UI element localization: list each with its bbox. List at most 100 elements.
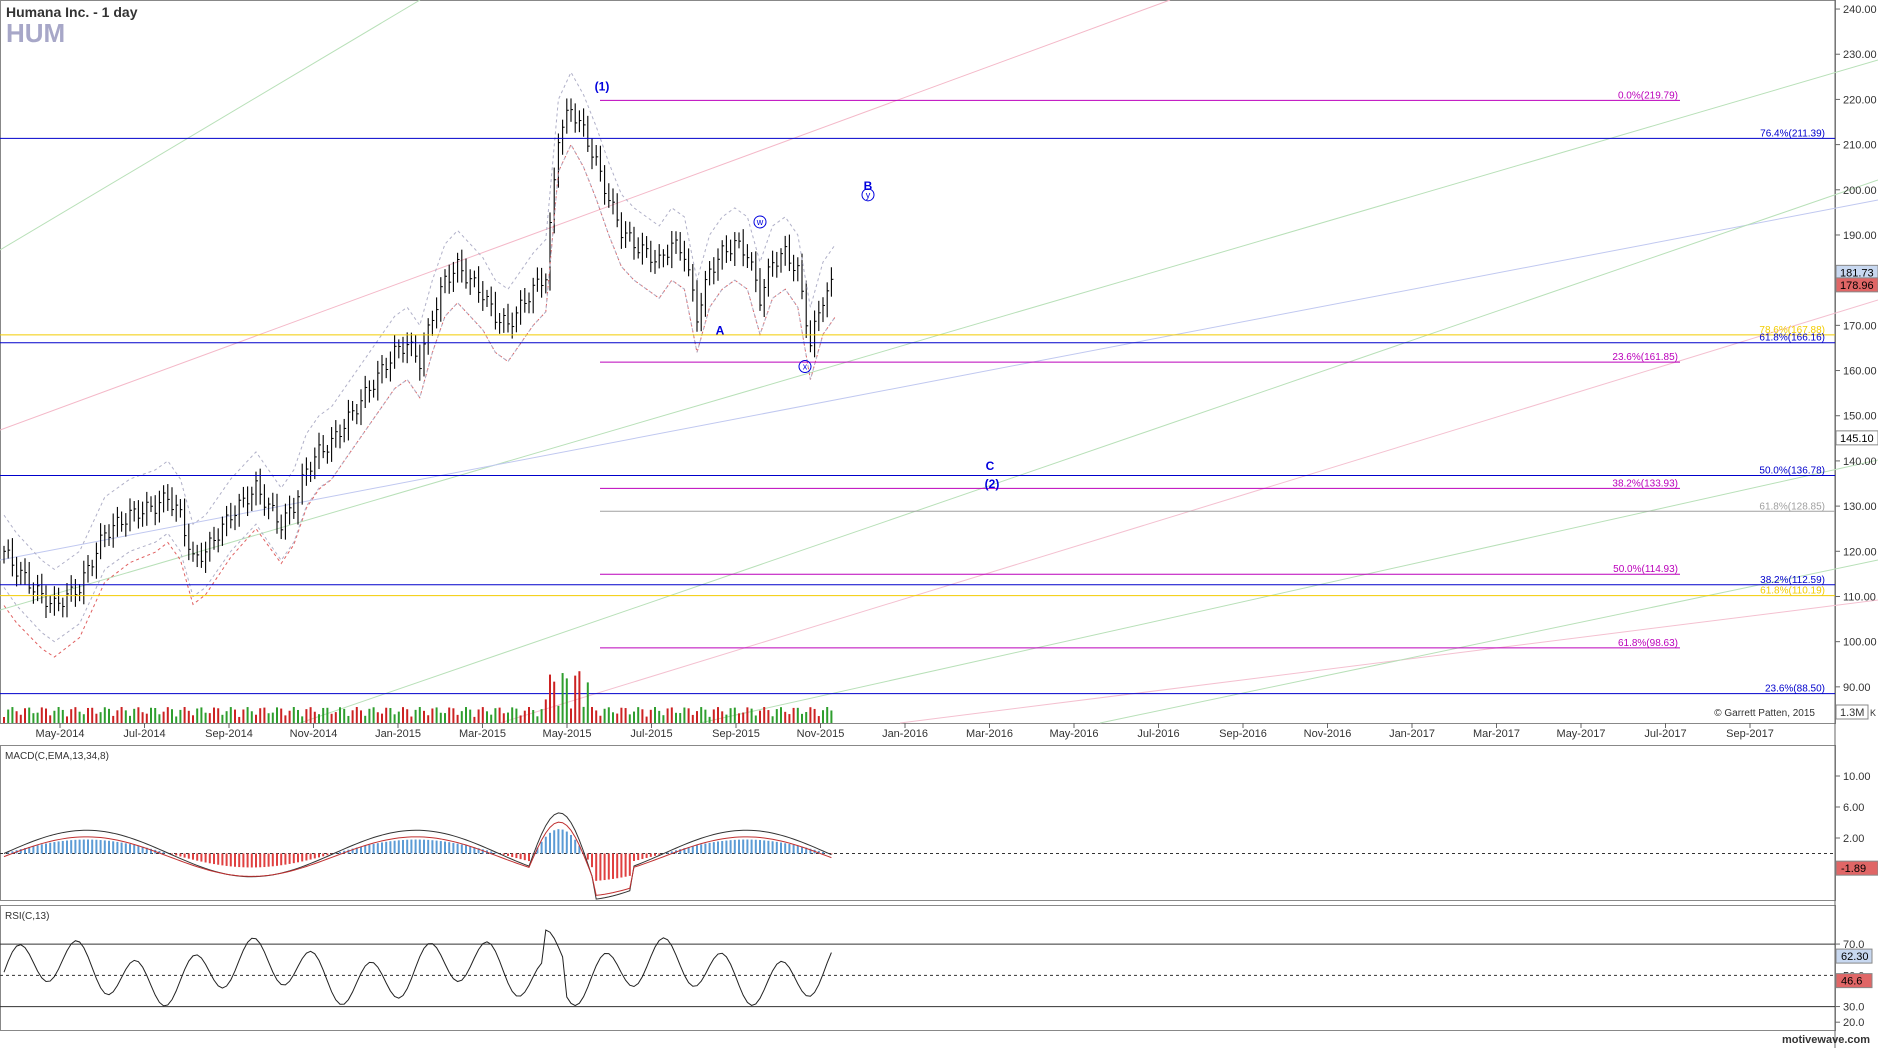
wave-label: (1): [595, 79, 610, 93]
macd-hist-bar: [734, 840, 736, 854]
price-tag-label: 178.96: [1840, 280, 1874, 292]
volume-bar: [503, 713, 505, 723]
macd-hist-bar: [280, 854, 282, 866]
date-axis-label: Jan-2016: [882, 728, 928, 740]
volume-bar: [230, 707, 232, 723]
date-axis-label: Sep-2014: [205, 728, 253, 740]
macd-hist-bar: [112, 841, 114, 853]
volume-bar: [604, 709, 606, 723]
volume-bar: [11, 707, 13, 723]
date-axis-label: Nov-2016: [1304, 728, 1352, 740]
macd-hist-bar: [700, 844, 702, 853]
volume-bar: [532, 710, 534, 723]
macd-hist-bar: [822, 852, 824, 854]
fib-level-label: 50.0%(136.78): [1759, 465, 1825, 476]
volume-bar: [62, 710, 64, 723]
macd-hist-bar: [797, 846, 799, 854]
macd-hist-bar: [310, 854, 312, 860]
volume-bar: [339, 707, 341, 723]
volume-bar: [515, 709, 517, 723]
volume-bar: [284, 715, 286, 723]
price-axis-label: 90.00: [1843, 682, 1871, 694]
trend-channel-line: [0, 200, 1878, 560]
volume-bar: [7, 710, 9, 723]
date-axis-label: May-2014: [36, 728, 85, 740]
volume-bar: [629, 714, 631, 723]
rsi-value-label: 46.6: [1841, 976, 1862, 988]
volume-bar: [738, 713, 740, 723]
volume-bar: [343, 709, 345, 723]
macd-panel-frame: [1, 746, 1836, 901]
macd-hist-bar: [179, 854, 181, 857]
volume-bar: [822, 710, 824, 723]
volume-bar: [179, 710, 181, 723]
volume-bar: [767, 710, 769, 723]
volume-bar: [301, 716, 303, 723]
macd-hist-bar: [461, 844, 463, 853]
wave-label: A: [716, 323, 725, 337]
volume-bar: [74, 707, 76, 723]
volume-bar: [717, 707, 719, 723]
macd-hist-bar: [87, 840, 89, 854]
macd-hist-bar: [137, 846, 139, 854]
volume-bar: [541, 709, 543, 723]
volume-bar: [108, 709, 110, 723]
price-axis-label: 100.00: [1843, 637, 1877, 649]
macd-hist-bar: [104, 840, 106, 853]
macd-hist-bar: [7, 852, 9, 853]
macd-hist-bar: [79, 840, 81, 854]
volume-bar: [566, 678, 568, 723]
volume-bar: [545, 699, 547, 723]
macd-hist-bar: [767, 841, 769, 854]
volume-bar: [221, 715, 223, 723]
volume-bar: [431, 708, 433, 723]
macd-hist-bar: [541, 842, 543, 854]
macd-hist-bar: [100, 840, 102, 853]
volume-bar: [688, 708, 690, 723]
volume-bar: [793, 708, 795, 723]
volume-bar: [322, 708, 324, 723]
macd-hist-bar: [612, 854, 614, 879]
macd-hist-bar: [415, 840, 417, 854]
macd-hist-bar: [247, 854, 249, 868]
macd-hist-bar: [200, 854, 202, 862]
volume-bar: [478, 709, 480, 723]
macd-hist-bar: [175, 854, 177, 856]
macd-hist-bar: [704, 844, 706, 854]
volume-bar: [675, 713, 677, 723]
macd-hist-bar: [776, 842, 778, 854]
volume-bar: [163, 712, 165, 723]
volume-bar: [788, 714, 790, 723]
copyright-note: © Garrett Patten, 2015: [1714, 708, 1815, 719]
volume-bar: [352, 710, 354, 723]
volume-bar: [620, 708, 622, 723]
macd-hist-bar: [788, 844, 790, 853]
trend-channel-line: [900, 600, 1878, 723]
macd-hist-bar: [595, 854, 597, 881]
macd-hist-bar: [452, 843, 454, 854]
volume-bar: [709, 717, 711, 723]
macd-hist-bar: [520, 854, 522, 860]
macd-hist-bar: [53, 842, 55, 853]
price-axis-label: 150.00: [1843, 411, 1877, 423]
macd-hist-bar: [184, 854, 186, 858]
volume-bar: [520, 715, 522, 723]
upper-band-line: [4, 72, 836, 569]
macd-hist-bar: [58, 841, 60, 853]
chart-svg[interactable]: 0.0%(219.79)76.4%(211.39)78.6%(167.88)61…: [0, 0, 1878, 1048]
macd-hist-bar: [95, 840, 97, 854]
volume-bar: [591, 707, 593, 723]
volume-bar: [700, 707, 702, 723]
macd-hist-bar: [431, 840, 433, 853]
macd-hist-bar: [755, 840, 757, 854]
date-axis-label: Jul-2017: [1644, 728, 1686, 740]
volume-bar: [436, 707, 438, 723]
macd-axis-label: 2.00: [1843, 833, 1864, 845]
macd-hist-bar: [192, 854, 194, 860]
volume-bar: [570, 709, 572, 723]
volume-bar: [612, 712, 614, 723]
macd-hist-bar: [83, 840, 85, 854]
volume-bar: [129, 716, 131, 723]
volume-bar: [394, 714, 396, 723]
macd-hist-bar: [41, 844, 43, 853]
